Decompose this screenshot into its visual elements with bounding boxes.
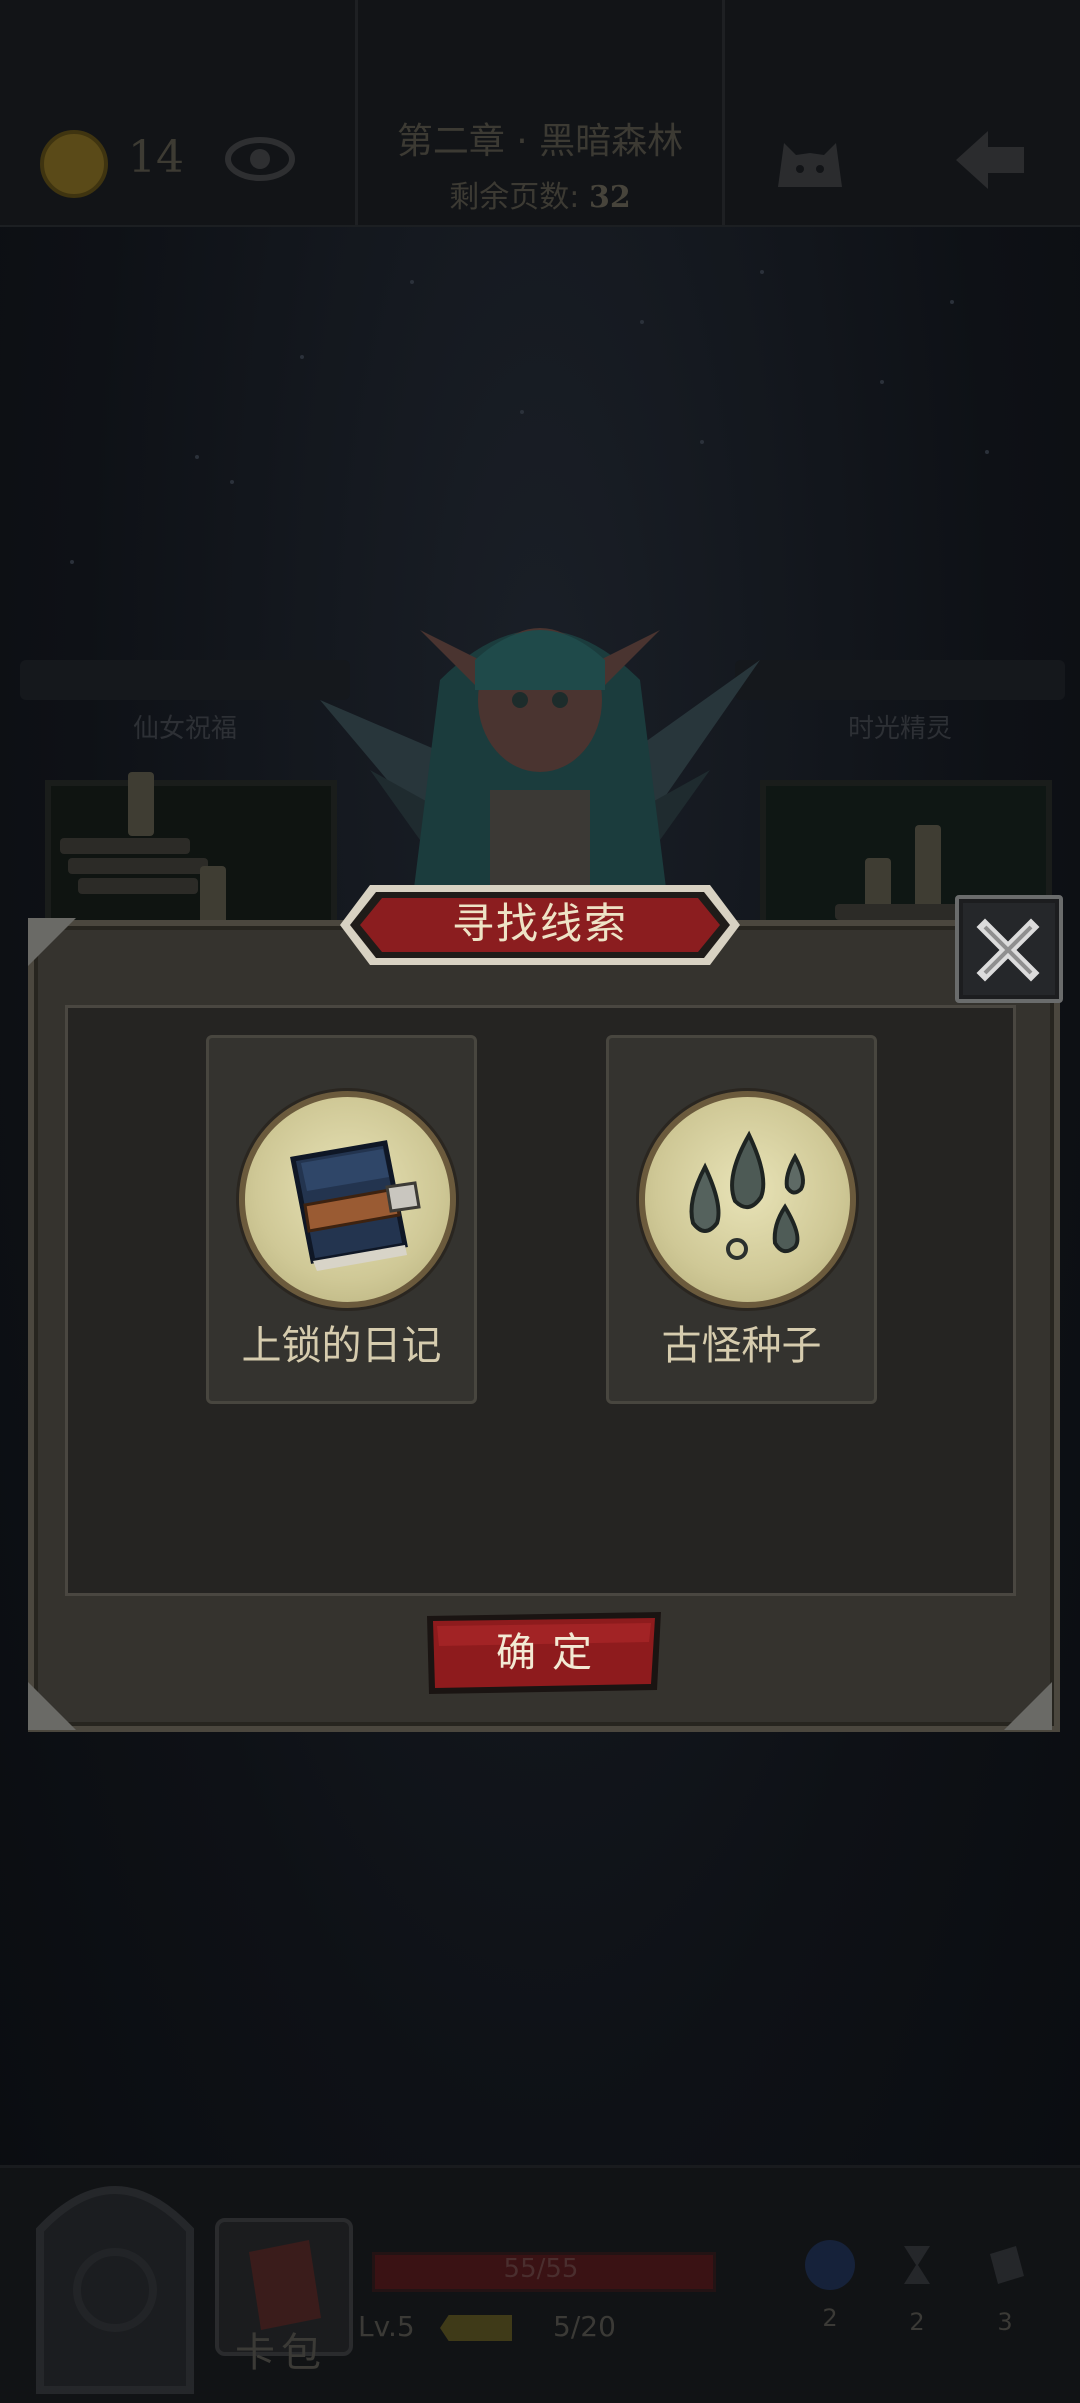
clue-medal — [239, 1091, 456, 1308]
panel-corner-ornament — [28, 1682, 76, 1730]
resource-card[interactable]: 3 — [970, 2240, 1040, 2336]
clue-name: 上锁的日记 — [241, 1323, 442, 1369]
candle — [128, 772, 154, 836]
shrine-right-label: 时光精灵 — [847, 714, 952, 744]
resource-count: 2 — [909, 2308, 925, 2336]
resource-bomb[interactable]: 2 — [795, 2240, 865, 2332]
shrine-roof — [20, 660, 350, 700]
card-pack-label: 卡包 — [235, 2330, 327, 2376]
close-button[interactable] — [955, 895, 1063, 1003]
remaining-pages: 剩余页数: 32 — [360, 172, 720, 216]
resource-count: 3 — [997, 2308, 1013, 2336]
gate-icon[interactable] — [20, 2140, 210, 2400]
coin-icon — [40, 130, 108, 198]
back-arrow-icon[interactable] — [950, 125, 1030, 195]
remaining-pages-value: 32 — [588, 180, 631, 215]
xp-bar — [440, 2315, 512, 2341]
book-stack — [78, 878, 198, 894]
cat-icon[interactable] — [770, 125, 850, 195]
xp-text: 5/20 — [553, 2310, 616, 2343]
candle — [200, 866, 226, 924]
dialog-title: 寻找线索 — [451, 899, 628, 948]
confirm-button-label[interactable]: 确定 — [425, 1612, 663, 1694]
top-bar: 14 第二章 · 黑暗森林 剩余页数: 32 — [0, 0, 1080, 227]
header-divider — [722, 0, 725, 225]
resource-hourglass[interactable]: 2 — [882, 2240, 952, 2336]
clue-medal — [639, 1091, 856, 1308]
bomb-icon — [805, 2240, 855, 2290]
shrine-left: 仙女祝福 — [20, 620, 350, 942]
hourglass-icon — [904, 2246, 930, 2284]
fairy-character — [320, 628, 760, 930]
shrine-right: 时光精灵 — [735, 620, 1065, 942]
panel-corner-ornament — [28, 918, 76, 966]
close-icon — [976, 918, 1040, 982]
candle — [865, 858, 891, 908]
book-stack — [835, 904, 975, 920]
clue-name: 古怪种子 — [661, 1323, 822, 1369]
book-stack — [60, 838, 190, 854]
hp-text: 55/55 — [503, 2254, 579, 2284]
candle — [915, 825, 941, 911]
header-divider — [355, 0, 358, 225]
book-stack — [68, 858, 208, 874]
remaining-pages-label: 剩余页数: — [449, 180, 580, 215]
shrine-left-label: 仙女祝福 — [132, 714, 237, 744]
shrine-roof — [735, 660, 1065, 700]
card-icon — [990, 2246, 1024, 2284]
coin-count: 14 — [128, 132, 184, 183]
resource-count: 2 — [822, 2304, 838, 2332]
clue-card-strange-seeds[interactable]: 古怪种子 — [606, 1035, 877, 1404]
strange-seeds-icon — [689, 1130, 805, 1260]
locked-diary-icon — [290, 1140, 421, 1271]
clue-card-locked-diary[interactable]: 上锁的日记 — [206, 1035, 477, 1404]
chapter-title: 第二章 · 黑暗森林 — [396, 121, 684, 162]
level-label: Lv.5 — [358, 2310, 415, 2343]
eye-icon[interactable] — [225, 135, 295, 183]
panel-corner-ornament — [1004, 1682, 1052, 1730]
